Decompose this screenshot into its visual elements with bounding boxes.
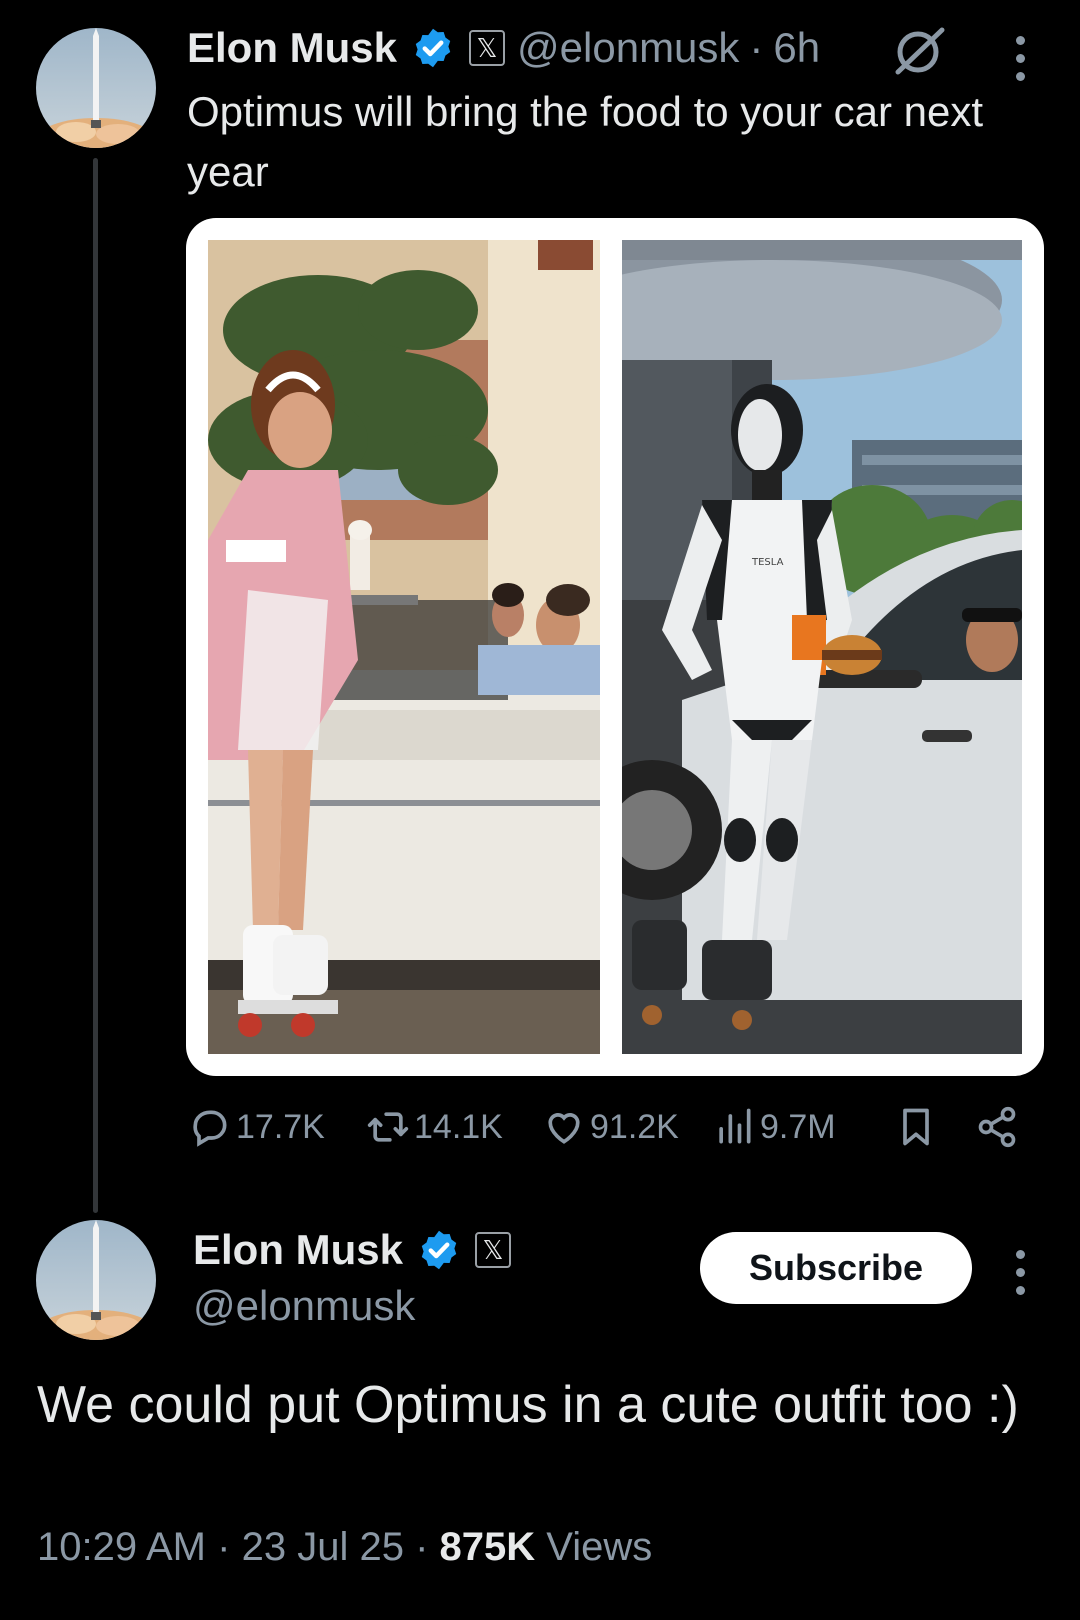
bookmark-icon	[903, 1108, 929, 1146]
reply-icon	[193, 1110, 227, 1147]
bookmark-button[interactable]	[894, 1105, 942, 1149]
grok-icon[interactable]	[890, 22, 950, 82]
share-button[interactable]	[975, 1105, 1023, 1149]
heart-icon	[548, 1113, 580, 1144]
more-options-icon[interactable]	[1013, 36, 1027, 81]
verified-badge-icon[interactable]	[411, 26, 455, 70]
thread-connector-line	[93, 158, 98, 1213]
like-button[interactable]: 91.2K	[542, 1105, 679, 1149]
reply-button[interactable]: 17.7K	[188, 1105, 325, 1149]
author-name[interactable]: Elon Musk	[187, 24, 397, 72]
repost-button[interactable]: 14.1K	[366, 1105, 503, 1149]
reply-text: We could put Optimus in a cute outfit to…	[37, 1376, 1019, 1434]
post-text: Optimus will bring the food to your car …	[187, 88, 984, 195]
reply-time[interactable]: 10:29 AM	[37, 1525, 206, 1569]
reply-views-label: Views	[546, 1525, 653, 1569]
share-icon	[978, 1106, 1016, 1148]
post-media[interactable]: TESLA	[186, 218, 1044, 1076]
reply-author-name[interactable]: Elon Musk	[193, 1226, 403, 1274]
like-count: 91.2K	[590, 1107, 679, 1146]
reply-author-avatar[interactable]	[36, 1220, 156, 1340]
reply-views-count[interactable]: 875K	[440, 1525, 536, 1569]
subscribe-button[interactable]: Subscribe	[700, 1232, 972, 1304]
views-button[interactable]: 9.7M	[712, 1105, 836, 1149]
media-photo-carhop[interactable]	[208, 240, 600, 1054]
x-affiliate-icon[interactable]: 𝕏	[469, 30, 506, 66]
reply-metadata: 10:29 AM · 23 Jul 25 · 875K Views	[37, 1525, 652, 1570]
verified-badge-icon[interactable]	[417, 1228, 461, 1272]
author-handle[interactable]: @elonmusk	[517, 24, 739, 72]
repost-icon	[367, 1112, 409, 1142]
separator-dot: ·	[217, 1525, 231, 1569]
analytics-icon	[719, 1108, 751, 1144]
post-time[interactable]: 6h	[773, 24, 820, 72]
more-options-icon[interactable]	[1013, 1250, 1027, 1295]
robot-tesla-logo: TESLA	[751, 557, 784, 568]
reply-count: 17.7K	[236, 1107, 325, 1146]
media-photo-optimus[interactable]: TESLA	[622, 240, 1022, 1054]
post-header: Elon Musk 𝕏 @elonmusk · 6h	[187, 20, 820, 76]
reply-author-handle[interactable]: @elonmusk	[193, 1278, 415, 1334]
view-count: 9.7M	[760, 1107, 836, 1146]
separator-dot: ·	[749, 24, 764, 71]
reply-date[interactable]: 23 Jul 25	[242, 1525, 404, 1569]
author-avatar[interactable]	[36, 28, 156, 148]
separator-dot: ·	[415, 1525, 429, 1569]
repost-count: 14.1K	[414, 1107, 503, 1146]
x-affiliate-icon[interactable]: 𝕏	[475, 1232, 512, 1268]
post-action-bar: 17.7K 14.1K 91.2K 9.7M	[0, 1105, 1080, 1161]
reply-header: Elon Musk 𝕏	[193, 1222, 512, 1278]
